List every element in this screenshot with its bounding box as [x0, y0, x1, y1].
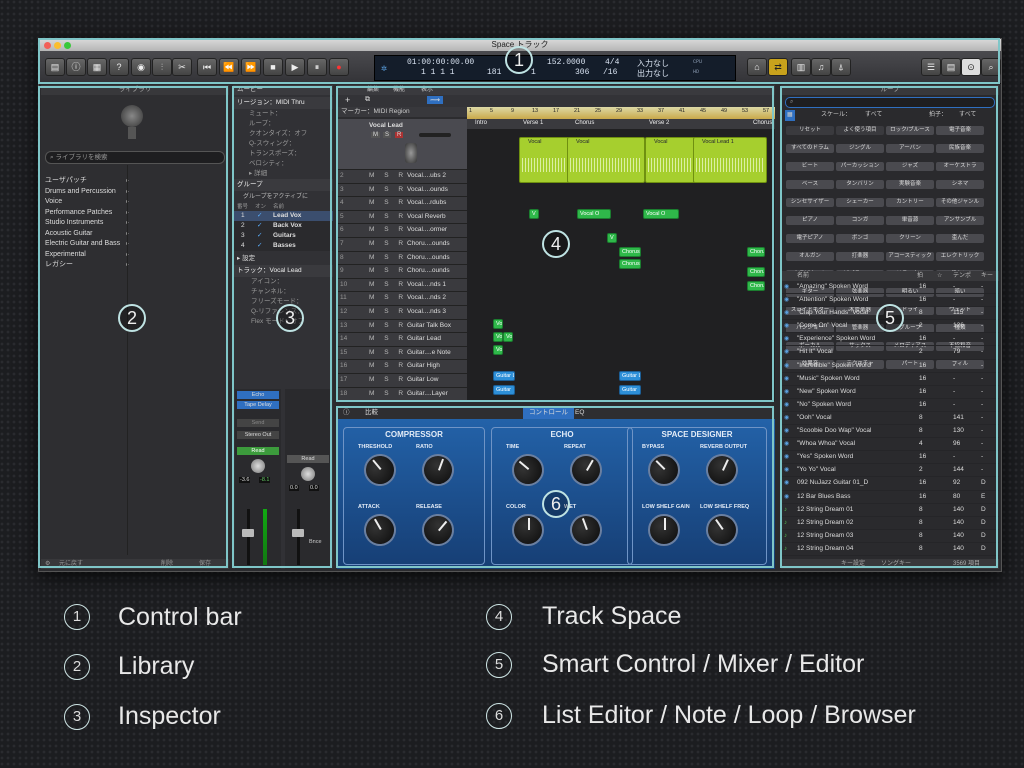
callout-3: 3 — [276, 304, 304, 332]
callout-2: 2 — [118, 304, 146, 332]
legend-num: 3 — [64, 704, 90, 730]
legend-label: Track Space — [542, 602, 682, 630]
legend-num: 2 — [64, 654, 90, 680]
legend-label: Control bar — [118, 603, 242, 631]
legend-num: 5 — [486, 652, 512, 678]
legend-num: 1 — [64, 604, 90, 630]
callout-6: 6 — [542, 490, 570, 518]
legend-label: Smart Control / Mixer / Editor — [542, 650, 865, 678]
highlight-smart-controls — [336, 406, 774, 568]
legend-num: 4 — [486, 604, 512, 630]
callout-5: 5 — [876, 304, 904, 332]
callout-4: 4 — [542, 230, 570, 258]
legend-label: Inspector — [118, 702, 221, 730]
legend-label: List Editor / Note / Loop / Browser — [542, 701, 916, 729]
legend-num: 6 — [486, 703, 512, 729]
callout-1: 1 — [505, 46, 533, 74]
legend-label: Library — [118, 652, 195, 680]
